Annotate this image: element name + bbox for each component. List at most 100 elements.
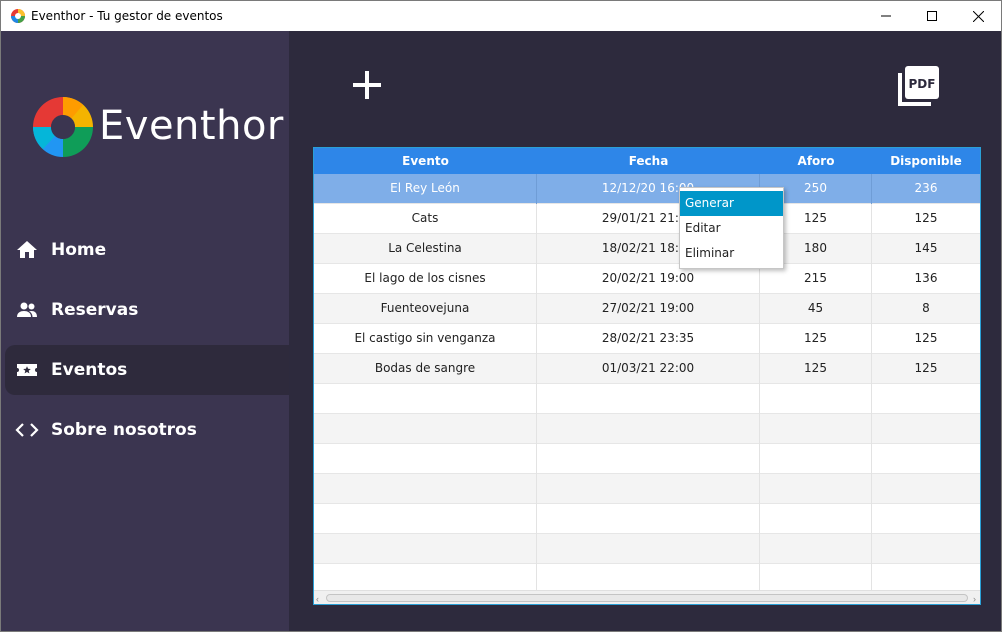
empty-cell xyxy=(760,534,872,564)
cell-aforo: 125 xyxy=(760,324,872,354)
empty-row xyxy=(314,414,980,444)
sidebar-item-home[interactable]: Home xyxy=(1,225,289,275)
empty-cell xyxy=(314,414,537,444)
cell-evento: La Celestina xyxy=(314,234,537,264)
people-icon xyxy=(17,302,37,317)
sidebar-item-label: Eventos xyxy=(51,360,128,380)
eventhor-logo-icon xyxy=(33,97,93,157)
empty-cell xyxy=(872,534,980,564)
maximize-icon xyxy=(927,11,937,21)
events-table[interactable]: Evento Fecha Aforo Disponible El Rey Leó… xyxy=(313,147,981,605)
empty-cell xyxy=(537,534,760,564)
sidebar-item-label: Reservas xyxy=(51,300,139,320)
table-body: El Rey León 12/12/20 16:00 250 236 Cats … xyxy=(314,174,980,594)
menu-item-editar[interactable]: Editar xyxy=(680,216,783,241)
main-content: PDF Evento Fecha Aforo Disponible El Rey… xyxy=(289,31,1001,631)
table-row[interactable]: La Celestina 18/02/21 18:00 180 145 xyxy=(314,234,980,264)
cell-evento: Fuenteovejuna xyxy=(314,294,537,324)
close-button[interactable] xyxy=(955,1,1001,31)
empty-cell xyxy=(537,444,760,474)
cell-fecha: 28/02/21 23:35 xyxy=(537,324,760,354)
empty-cell xyxy=(314,534,537,564)
table-row[interactable]: Fuenteovejuna 27/02/21 19:00 45 8 xyxy=(314,294,980,324)
sidebar: Eventhor Home Reservas Eventos Sobre nos… xyxy=(1,31,289,631)
empty-row xyxy=(314,444,980,474)
empty-cell xyxy=(314,504,537,534)
empty-cell xyxy=(760,504,872,534)
cell-disponible: 236 xyxy=(914,181,938,195)
scrollbar-thumb[interactable] xyxy=(326,594,968,602)
sidebar-item-eventos[interactable]: Eventos xyxy=(5,345,289,395)
app-name: Eventhor xyxy=(99,103,284,149)
table-row[interactable]: El castigo sin venganza 28/02/21 23:35 1… xyxy=(314,324,980,354)
empty-cell xyxy=(760,444,872,474)
plus-icon xyxy=(353,71,381,99)
table-row[interactable]: El Rey León 12/12/20 16:00 250 236 xyxy=(314,174,980,204)
empty-row xyxy=(314,474,980,504)
cell-evento: El castigo sin venganza xyxy=(314,324,537,354)
empty-cell xyxy=(537,384,760,414)
sidebar-item-reservas[interactable]: Reservas xyxy=(1,285,289,335)
empty-cell xyxy=(537,504,760,534)
column-header-fecha[interactable]: Fecha xyxy=(537,148,760,174)
minimize-icon xyxy=(881,15,891,17)
empty-row xyxy=(314,534,980,564)
column-header-disponible[interactable]: Disponible xyxy=(872,148,980,174)
cell-aforo: 45 xyxy=(760,294,872,324)
cell-aforo: 125 xyxy=(760,354,872,384)
empty-row xyxy=(314,504,980,534)
empty-cell xyxy=(314,444,537,474)
horizontal-scrollbar[interactable]: ‹ › xyxy=(314,590,980,604)
empty-cell xyxy=(760,474,872,504)
empty-cell xyxy=(872,414,980,444)
title-bar: Eventhor - Tu gestor de eventos xyxy=(1,1,1001,31)
table-row[interactable]: Bodas de sangre 01/03/21 22:00 125 125 xyxy=(314,354,980,384)
empty-cell xyxy=(537,414,760,444)
empty-cell xyxy=(872,504,980,534)
cell-disponible: 145 xyxy=(914,241,938,255)
cell-fecha: 01/03/21 22:00 xyxy=(537,354,760,384)
empty-cell xyxy=(872,474,980,504)
cell-evento: Bodas de sangre xyxy=(314,354,537,384)
export-pdf-button[interactable]: PDF xyxy=(895,63,941,109)
cell-disponible: 136 xyxy=(914,271,938,285)
app-window: Eventhor - Tu gestor de eventos Eventhor xyxy=(0,0,1002,632)
pdf-stack-icon: PDF xyxy=(898,66,939,106)
column-header-aforo[interactable]: Aforo xyxy=(760,148,872,174)
window-title: Eventhor - Tu gestor de eventos xyxy=(31,9,223,23)
empty-cell xyxy=(760,384,872,414)
cell-evento: El Rey León xyxy=(314,174,537,204)
cell-evento: Cats xyxy=(314,204,537,234)
sidebar-item-label: Sobre nosotros xyxy=(51,420,197,440)
cell-disponible: 125 xyxy=(914,211,938,225)
sidebar-item-sobre-nosotros[interactable]: Sobre nosotros xyxy=(1,405,289,455)
logo: Eventhor xyxy=(31,95,283,161)
ticket-star-icon xyxy=(17,364,37,376)
add-event-button[interactable] xyxy=(349,67,385,103)
empty-cell xyxy=(872,384,980,414)
minimize-button[interactable] xyxy=(863,1,909,31)
home-icon xyxy=(17,241,37,258)
menu-item-eliminar[interactable]: Eliminar xyxy=(680,241,783,266)
cell-evento: El lago de los cisnes xyxy=(314,264,537,294)
row-context-menu: Generar informe Editar Eliminar xyxy=(679,187,784,269)
empty-row xyxy=(314,384,980,414)
empty-cell xyxy=(872,444,980,474)
cell-disponible: 125 xyxy=(914,331,938,345)
cell-disponible: 8 xyxy=(922,301,930,315)
empty-cell xyxy=(537,474,760,504)
sidebar-item-label: Home xyxy=(51,240,107,260)
table-row[interactable]: El lago de los cisnes 20/02/21 19:00 215… xyxy=(314,264,980,294)
scroll-right-icon[interactable]: › xyxy=(973,594,976,604)
column-header-evento[interactable]: Evento xyxy=(314,148,537,174)
close-icon xyxy=(972,10,984,22)
empty-cell xyxy=(760,414,872,444)
app-logo-icon xyxy=(11,9,25,23)
cell-disponible: 125 xyxy=(914,361,938,375)
pdf-label: PDF xyxy=(909,77,936,91)
menu-item-generar-informe[interactable]: Generar informe xyxy=(680,191,783,235)
table-row[interactable]: Cats 29/01/21 21:30 125 125 xyxy=(314,204,980,234)
maximize-button[interactable] xyxy=(909,1,955,31)
empty-cell xyxy=(314,474,537,504)
scroll-left-icon[interactable]: ‹ xyxy=(316,594,319,604)
